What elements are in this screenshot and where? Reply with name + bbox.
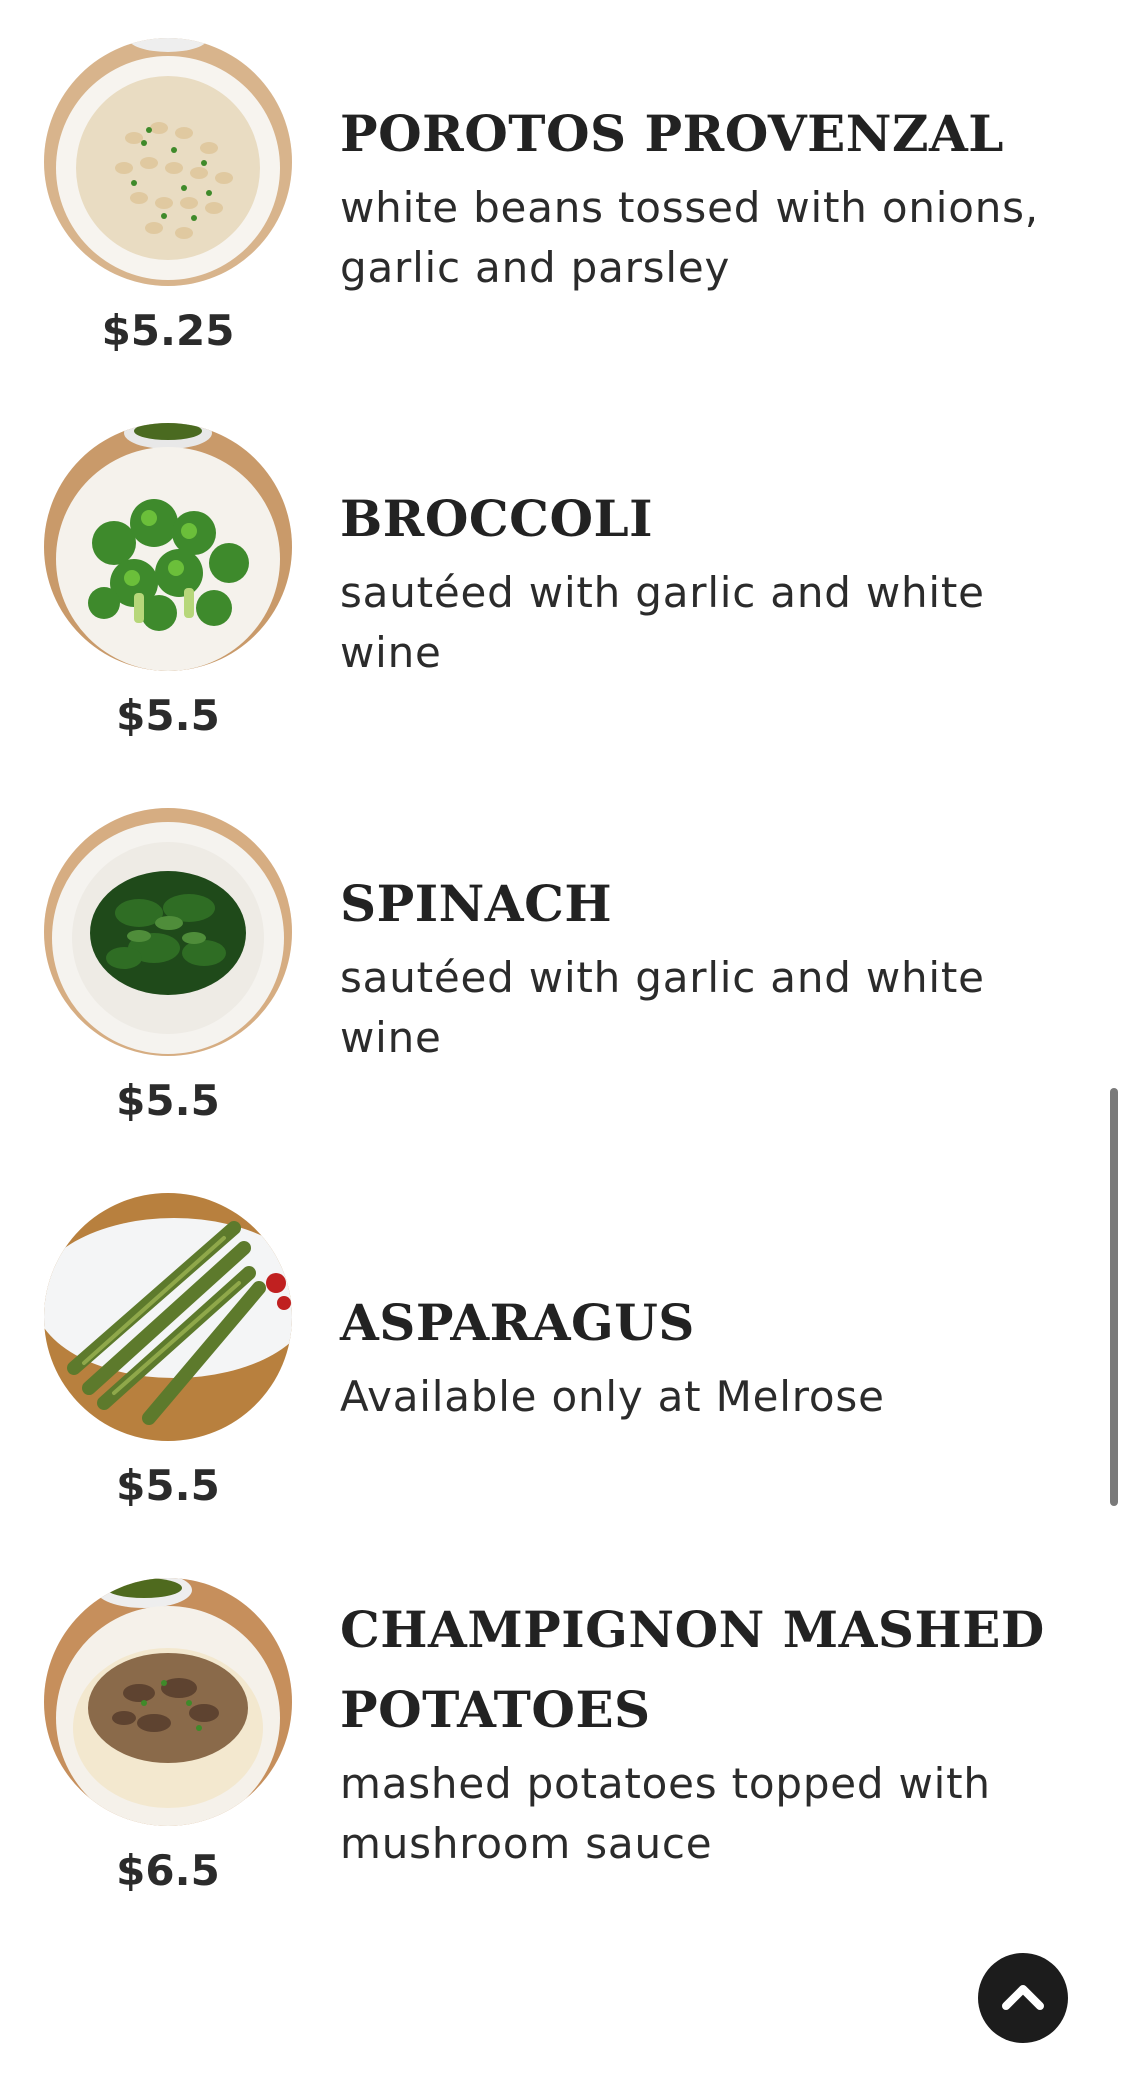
white-beans-dish-photo xyxy=(44,38,292,286)
item-description: Available only at Melrose xyxy=(340,1372,885,1421)
broccoli-dish-photo xyxy=(44,423,292,671)
price: $6.5 xyxy=(116,1846,220,1895)
menu-item-broccoli[interactable]: $5.5 BROCCOLI sautéed with garlic and wh… xyxy=(0,423,1125,803)
scroll-to-top-button[interactable] xyxy=(978,1953,1068,2043)
menu-item-asparagus[interactable]: $5.5 ASPARAGUS Available only at Melrose xyxy=(0,1193,1125,1573)
scrollbar[interactable] xyxy=(1110,1088,1118,1506)
price: $5.25 xyxy=(101,306,235,355)
item-name: BROCCOLI xyxy=(340,489,654,548)
menu-item-porotos-provenzal[interactable]: $5.25 POROTOS PROVENZAL white beans toss… xyxy=(0,38,1125,418)
chevron-up-icon xyxy=(1002,1985,1044,2010)
spinach-dish-photo xyxy=(44,808,292,1056)
item-description: sautéed with garlic and white wine xyxy=(340,568,985,677)
item-description: white beans tossed with onions, garlic a… xyxy=(340,183,1039,292)
menu-item-champignon-mashed-potatoes[interactable]: $6.5 CHAMPIGNON MASHED POTATOES mashed p… xyxy=(0,1578,1125,1958)
item-name: CHAMPIGNON MASHED POTATOES xyxy=(340,1600,1045,1739)
item-description: sautéed with garlic and white wine xyxy=(340,953,985,1062)
item-description: mashed potatoes topped with mushroom sau… xyxy=(340,1759,991,1868)
item-name: ASPARAGUS xyxy=(340,1293,695,1352)
price: $5.5 xyxy=(116,1076,220,1125)
item-name: POROTOS PROVENZAL xyxy=(340,104,1004,163)
asparagus-dish-photo xyxy=(44,1193,292,1441)
item-name: SPINACH xyxy=(340,874,613,933)
menu-item-spinach[interactable]: $5.5 SPINACH sautéed with garlic and whi… xyxy=(0,808,1125,1188)
price: $5.5 xyxy=(116,691,220,740)
mashed-potatoes-dish-photo xyxy=(44,1578,292,1826)
price: $5.5 xyxy=(116,1461,220,1510)
